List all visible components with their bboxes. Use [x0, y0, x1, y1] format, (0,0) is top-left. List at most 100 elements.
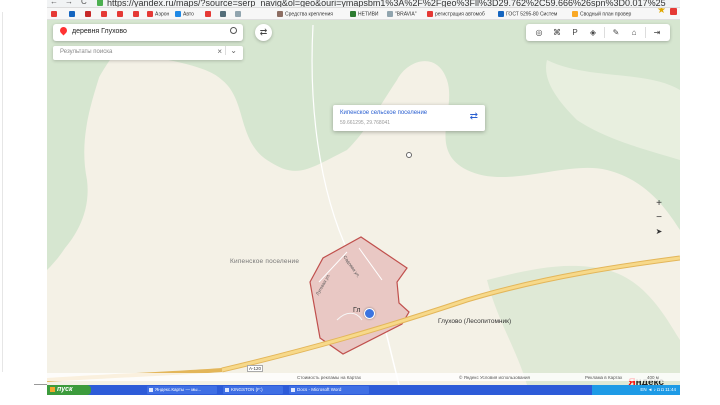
extension-icon[interactable]: [670, 8, 677, 15]
bookmark[interactable]: [235, 11, 243, 18]
toolbar-divider: [645, 27, 646, 38]
zoom-in-button[interactable]: +: [652, 197, 666, 211]
left-margin: [0, 0, 47, 405]
balloon-title[interactable]: Кипенское сельское поселение: [340, 110, 427, 116]
bookmark-icon: [498, 11, 504, 17]
search-icon[interactable]: [230, 27, 237, 34]
bookmarks-bar: Аэрон Авто Средства крепления НЕТИВИ "BR…: [47, 8, 680, 20]
layers-button[interactable]: ◈: [584, 24, 602, 41]
print-button[interactable]: ⌂: [625, 24, 643, 41]
bookmark[interactable]: [220, 11, 228, 18]
scale-label: 400 м: [647, 375, 659, 380]
bookmark-icon: [350, 11, 356, 17]
bottom-strip: [47, 395, 680, 405]
taskbar-item[interactable]: Docs - Microsoft Word: [289, 386, 369, 394]
left-scroll-line: [2, 12, 3, 372]
map-graphics: [47, 24, 680, 385]
bookmark-icon: [572, 11, 578, 17]
bookmark[interactable]: Средства крепления: [277, 11, 333, 18]
browser-icon: [149, 388, 153, 392]
bookmark[interactable]: Сводный план провер: [572, 11, 631, 18]
bookmark[interactable]: ГОСТ 5295-80 Систем: [498, 11, 557, 18]
selected-location-pin-icon[interactable]: [364, 308, 375, 319]
clear-icon[interactable]: ×: [217, 47, 222, 56]
bookmark-icon: [85, 11, 91, 17]
bookmark-icon: [51, 11, 57, 17]
settlement-label: Кипенское поселение: [230, 258, 300, 265]
ads-link[interactable]: Реклама в Картах: [585, 375, 622, 380]
bookmark-icon: [427, 11, 433, 17]
word-icon: [291, 388, 295, 392]
bookmark-icon: [117, 11, 123, 17]
yandex-terms-link[interactable]: © Яндекс Условия использования: [459, 375, 530, 380]
taskbar: пуск Яндекс.Карты — мы... KINGSTON (F:) …: [47, 385, 680, 395]
bookmark[interactable]: [85, 11, 93, 18]
login-button[interactable]: ⇥: [648, 24, 666, 41]
search-value[interactable]: деревня Глухово: [72, 28, 127, 35]
zoom-controls: + − ➤: [652, 197, 666, 239]
windows-logo-icon: [50, 387, 55, 392]
chevron-down-icon[interactable]: ⌄: [225, 46, 237, 55]
toolbar-divider: [604, 27, 605, 38]
bookmark-icon: [235, 11, 241, 17]
folder-icon: [225, 388, 229, 392]
bookmark[interactable]: регистрация автомоб: [427, 11, 485, 18]
ruler-button[interactable]: ✎: [607, 24, 625, 41]
forward-button[interactable]: →: [65, 0, 73, 6]
bookmark[interactable]: Авто: [175, 11, 194, 18]
locate-button[interactable]: ➤: [652, 225, 666, 239]
taskbar-item[interactable]: Яндекс.Карты — мы...: [147, 386, 217, 394]
bookmark[interactable]: [51, 11, 59, 18]
bookmark-icon: [277, 11, 283, 17]
traffic-layer-button[interactable]: ◎: [530, 24, 548, 41]
bookmark-icon: [133, 11, 139, 17]
bookmark-icon: [175, 11, 181, 17]
bookmark[interactable]: "BRAVIA": [387, 11, 417, 18]
meadow-area: [546, 60, 680, 160]
browser-window: ← → C https://yandex.ru/maps/?source=ser…: [47, 0, 680, 405]
map-toolbar: ◎ ⌘ P ◈ ✎ ⌂ ⇥: [526, 24, 670, 41]
search-input[interactable]: деревня Глухово: [53, 24, 243, 41]
search-results-bar[interactable]: Результаты поиска × ⌄: [53, 46, 243, 60]
map-pin-icon: [58, 25, 69, 36]
village-short-label: Гл: [353, 307, 361, 314]
route-button[interactable]: ⇄: [255, 24, 272, 41]
bookmark-icon: [147, 11, 153, 17]
balloon-coordinates: 59.661295, 29.768041: [340, 120, 391, 126]
bookmark[interactable]: [205, 11, 213, 18]
map-canvas[interactable]: Кипенское поселение Луговая ул. Садовая …: [47, 20, 680, 385]
bookmark-icon: [205, 11, 211, 17]
lock-icon: [97, 0, 103, 6]
url-text[interactable]: https://yandex.ru/maps/?source=serp_navi…: [107, 0, 666, 7]
village-label[interactable]: Глухово (Лесопитомник): [438, 318, 511, 325]
road-number-badge: А-120: [247, 365, 264, 372]
ad-terms-link[interactable]: Стоимость рекламы на Картах: [297, 375, 361, 380]
route-icon[interactable]: ⇄: [470, 111, 478, 122]
map-footer: Стоимость рекламы на Картах © Яндекс Усл…: [47, 373, 680, 381]
address-bar[interactable]: ← → C https://yandex.ru/maps/?source=ser…: [47, 0, 680, 8]
transit-layer-button[interactable]: ⌘: [548, 24, 566, 41]
left-edge-line: [34, 384, 47, 385]
place-balloon[interactable]: Кипенское сельское поселение 59.661295, …: [333, 105, 485, 131]
zoom-out-button[interactable]: −: [652, 211, 666, 225]
bookmark-icon: [101, 11, 107, 17]
bookmark[interactable]: [69, 11, 77, 18]
bookmark-star-icon[interactable]: ★: [657, 8, 666, 16]
bookmark[interactable]: [133, 11, 141, 18]
system-tray[interactable]: EN ◄ ♪ ◘ ◘ 11:44: [592, 385, 680, 395]
right-margin: [680, 0, 720, 405]
bookmark-icon: [387, 11, 393, 17]
bookmark-icon: [69, 11, 75, 17]
bookmark[interactable]: [117, 11, 125, 18]
parking-layer-button[interactable]: P: [566, 24, 584, 41]
bookmark-icon: [220, 11, 226, 17]
bookmark[interactable]: Аэрон: [147, 11, 169, 18]
taskbar-item[interactable]: KINGSTON (F:): [223, 386, 283, 394]
bookmark[interactable]: [101, 11, 109, 18]
start-button[interactable]: пуск: [47, 385, 91, 395]
bookmark[interactable]: НЕТИВИ: [350, 11, 379, 18]
location-marker-icon[interactable]: [406, 152, 412, 158]
results-placeholder: Результаты поиска: [60, 49, 113, 55]
reload-button[interactable]: C: [81, 0, 87, 6]
back-button[interactable]: ←: [50, 0, 58, 6]
